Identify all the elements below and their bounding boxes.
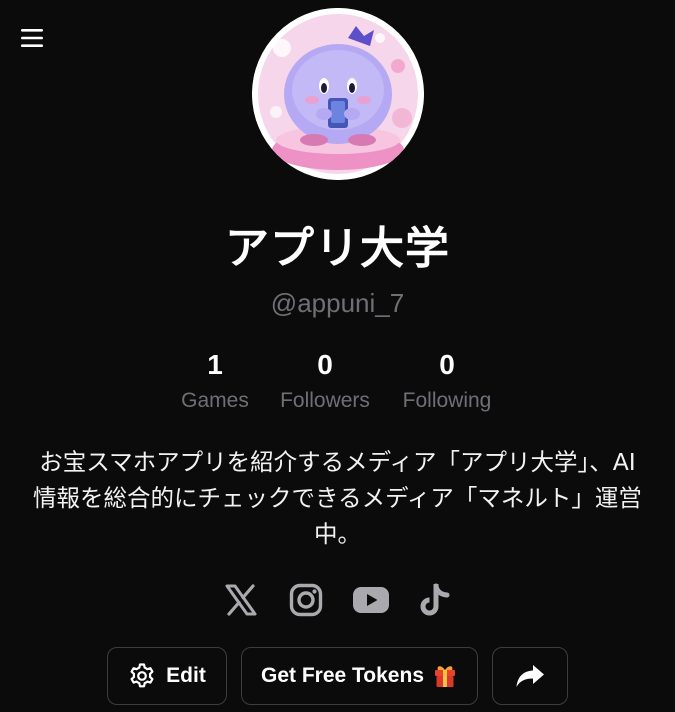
youtube-icon [353,587,389,613]
instagram-icon [289,583,323,617]
gear-icon [130,663,154,688]
stat-games-value: 1 [207,349,223,380]
display-name: アプリ大学 [225,223,450,274]
edit-button-label: Edit [166,664,206,687]
menu-button[interactable] [19,26,45,50]
profile-bio: お宝スマホアプリを紹介するメディア「アプリ大学」、AI情報を総合的にチェックでき… [33,448,642,548]
edit-profile-button[interactable]: Edit [107,647,227,705]
x-twitter-icon [225,584,257,616]
share-arrow-icon [516,665,544,687]
avatar[interactable] [252,8,424,180]
share-button[interactable] [492,647,568,705]
social-link-instagram[interactable] [286,580,326,620]
stat-followers-value: 0 [317,349,333,380]
social-link-tiktok[interactable] [415,580,455,620]
kirby-mascot-avatar [252,8,424,180]
tokens-button-label: Get Free Tokens [261,664,424,687]
social-link-x[interactable] [221,580,261,620]
hamburger-menu-icon [21,29,43,47]
user-handle: @appuni_7 [270,288,405,318]
stat-games-label: Games [181,389,249,412]
stat-following-value: 0 [439,349,455,380]
gift-icon [432,663,458,689]
stat-following[interactable]: 0 Following [388,348,506,414]
stat-games[interactable]: 1 Games [165,348,265,414]
stat-followers-label: Followers [280,389,370,412]
stat-following-label: Following [402,389,492,412]
tiktok-icon [420,583,450,616]
stat-followers[interactable]: 0 Followers [265,348,385,414]
get-free-tokens-button[interactable]: Get Free Tokens [241,647,478,705]
social-link-youtube[interactable] [351,580,391,620]
